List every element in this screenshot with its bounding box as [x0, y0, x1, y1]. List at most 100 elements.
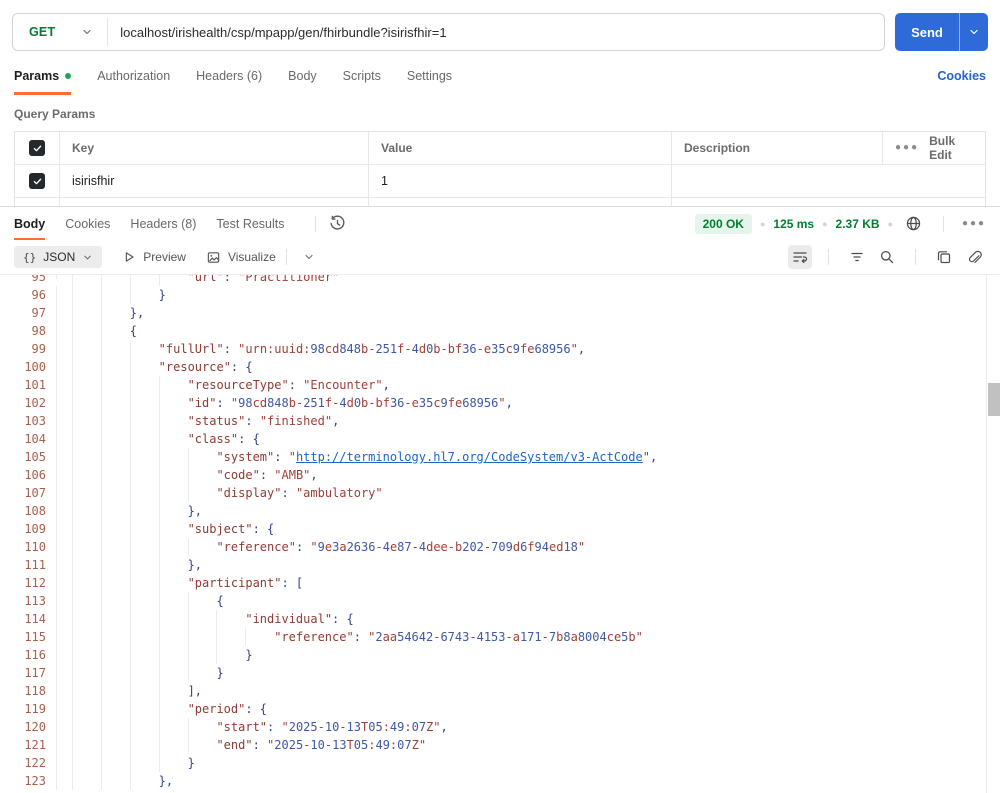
line-number: 108 [24, 504, 46, 518]
select-all-checkbox[interactable] [29, 140, 45, 156]
row-checkbox[interactable] [29, 173, 45, 189]
code-line: 107 "display": "ambulatory" [0, 484, 1000, 502]
scrollbar-track [986, 275, 1000, 793]
param-description-field[interactable] [671, 165, 882, 197]
param-value-field[interactable]: 1 [368, 165, 671, 197]
code-text: "id": "98cd848b-251f-4d0b-bf36-e35c9fe68… [56, 394, 1000, 412]
table-row-partial [15, 198, 985, 206]
code-text: { [56, 322, 1000, 340]
tab-headers[interactable]: Headers (6) [196, 51, 262, 95]
indent-guide [129, 718, 159, 736]
line-number: 110 [24, 540, 46, 554]
indent-guide [72, 574, 101, 592]
line-number: 123 [24, 774, 46, 788]
indent-guide [129, 286, 159, 304]
indent-guide [129, 700, 159, 718]
code-line: 120 "start": "2025-10-13T05:49:07Z", [0, 718, 1000, 736]
paperclip-icon[interactable] [962, 245, 986, 269]
three-dots-icon: ●●● [961, 217, 987, 229]
response-tab-headers[interactable]: Headers (8) [130, 207, 196, 240]
code-text: "participant": [ [56, 574, 1000, 592]
tab-authorization[interactable]: Authorization [97, 51, 170, 95]
indent-guide [72, 646, 101, 664]
indent-guide [100, 412, 130, 430]
divider [915, 249, 916, 265]
image-icon [207, 251, 220, 263]
response-header: Body Cookies Headers (8) Test Results 20… [0, 207, 1000, 240]
cookies-link[interactable]: Cookies [937, 51, 986, 95]
indent-guide [129, 340, 159, 358]
url-input[interactable]: localhost/irishealth/csp/mpapp/gen/fhirb… [108, 14, 884, 50]
indent-guide [72, 484, 101, 502]
wrap-text-icon[interactable] [788, 245, 812, 269]
indent-guide [72, 340, 101, 358]
empty-cell [671, 198, 882, 206]
indent-guide [158, 556, 188, 574]
indent-guide [158, 592, 188, 610]
line-number: 106 [24, 468, 46, 482]
tab-scripts[interactable]: Scripts [343, 51, 381, 95]
line-number: 105 [24, 450, 46, 464]
indent-guide [72, 610, 101, 628]
response-tab-test-results[interactable]: Test Results [216, 207, 284, 240]
indent-guide [72, 556, 101, 574]
indent-guide [129, 664, 159, 682]
scrollbar-thumb[interactable] [988, 383, 1000, 416]
visualize-button[interactable]: Visualize [206, 250, 276, 265]
tab-label: Headers (8) [130, 216, 197, 231]
line-number: 116 [24, 648, 46, 662]
chevron-down-icon [81, 26, 93, 38]
param-key-field[interactable]: isirisfhir [59, 165, 368, 197]
line-number: 101 [24, 378, 46, 392]
indent-guide [72, 700, 101, 718]
preview-button[interactable]: Preview [122, 250, 186, 264]
globe-icon[interactable] [901, 212, 925, 236]
response-more-icon[interactable]: ●●● [962, 212, 986, 236]
indent-guide [187, 664, 217, 682]
tab-params[interactable]: Params [14, 51, 72, 95]
indent-guide [100, 718, 130, 736]
tab-label: Params [14, 68, 60, 83]
chevron-down-icon [968, 26, 980, 38]
visualize-options-chevron-icon[interactable] [297, 245, 321, 269]
tab-body[interactable]: Body [288, 51, 317, 95]
indent-guide [129, 754, 159, 772]
code-text: } [56, 754, 1000, 772]
code-text: } [56, 286, 1000, 304]
response-body-code: 95 "url": "Practitioner" 96} 97}, 98{99 "full… [0, 275, 1000, 793]
response-tab-body[interactable]: Body [14, 207, 46, 240]
bulk-edit-button[interactable]: ●●● Bulk Edit [882, 132, 985, 164]
json-link[interactable]: http://terminology.hl7.org/CodeSystem/v3… [296, 450, 643, 464]
divider [943, 215, 944, 232]
send-options-button[interactable] [960, 13, 988, 51]
preview-label: Preview [143, 250, 186, 264]
indent-guide [129, 574, 159, 592]
filter-icon[interactable] [845, 245, 869, 269]
send-button[interactable]: Send [895, 13, 959, 51]
indent-guide [245, 628, 274, 646]
indent-guide [187, 448, 217, 466]
table-row: isirisfhir 1 [15, 165, 985, 198]
chevron-down-icon [84, 255, 92, 259]
tab-settings[interactable]: Settings [407, 51, 452, 95]
column-header-value: Value [368, 132, 671, 164]
indent-guide [100, 358, 130, 376]
copy-icon[interactable] [932, 245, 956, 269]
code-text: } [56, 664, 1000, 682]
tab-label: Body [14, 216, 46, 231]
response-tab-cookies[interactable]: Cookies [65, 207, 110, 240]
history-icon[interactable] [326, 212, 350, 236]
indent-guide [72, 394, 101, 412]
method-select[interactable]: GET [13, 14, 107, 50]
indent-guide [129, 646, 159, 664]
indent-guide [129, 538, 159, 556]
indent-guide [129, 275, 159, 286]
search-icon[interactable] [875, 245, 899, 269]
divider [285, 249, 287, 265]
indent-guide [158, 484, 188, 502]
line-number: 95 [31, 275, 46, 284]
body-format-select[interactable]: {} JSON [14, 246, 103, 268]
indent-guide [72, 466, 101, 484]
line-number: 114 [24, 612, 46, 626]
code-line: 116} [0, 646, 1000, 664]
